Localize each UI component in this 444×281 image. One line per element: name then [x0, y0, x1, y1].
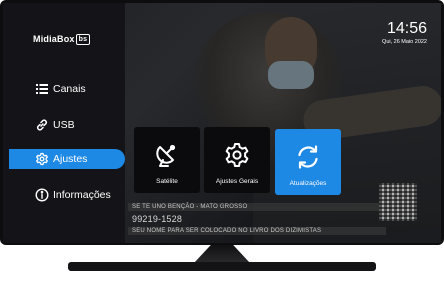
- brand-logo-text: MidiaBox: [33, 34, 75, 44]
- satellite-dish-icon: [156, 144, 176, 167]
- background-news-line: SEU NOME PARA SER COLOCADO NO LIVRO DOS …: [128, 227, 386, 235]
- brand-logo-badge: bs: [75, 33, 91, 45]
- sidebar-item-informacoes[interactable]: Informações: [3, 185, 125, 205]
- gear-icon: [225, 143, 249, 167]
- brand-logo: MidiaBox bs: [33, 33, 91, 45]
- sidebar-item-ajustes[interactable]: Ajustes: [9, 149, 125, 169]
- sidebar-item-label: USB: [53, 119, 75, 131]
- qr-code: [379, 183, 417, 221]
- background-news-phone: 99219-1528: [132, 214, 183, 224]
- tile-label: Ajustes Gerais: [215, 178, 259, 185]
- tv-stand-base: [68, 262, 376, 271]
- sidebar: MidiaBox bs Canais USB Ajustes Informaçõ…: [3, 3, 125, 243]
- tv-frame: SE TE UNO BENÇÃO - MATO GROSSO 99219-152…: [0, 0, 444, 245]
- sidebar-item-canais[interactable]: Canais: [3, 79, 125, 99]
- clock-date: Qui, 26 Maio 2022: [382, 39, 427, 45]
- list-icon: [36, 84, 48, 94]
- refresh-icon: [298, 145, 318, 169]
- tile-ajustes-gerais[interactable]: Ajustes Gerais: [204, 127, 270, 193]
- clock: 14:56 Qui, 26 Maio 2022: [382, 20, 427, 46]
- gear-icon: [36, 152, 48, 166]
- tile-satelite[interactable]: Satélite: [134, 127, 200, 193]
- link-icon: [36, 119, 48, 131]
- background-news-line: SE TE UNO BENÇÃO - MATO GROSSO: [128, 203, 386, 211]
- tile-atualizacoes[interactable]: Atualizações: [275, 129, 341, 195]
- clock-time: 14:56: [386, 20, 427, 37]
- sidebar-item-label: Canais: [53, 83, 86, 95]
- sidebar-item-label: Informações: [53, 189, 111, 201]
- sidebar-item-usb[interactable]: USB: [3, 115, 125, 135]
- tile-label: Atualizações: [289, 180, 327, 187]
- info-icon: [35, 188, 49, 202]
- tile-label: Satélite: [156, 178, 178, 185]
- tv-stand-neck: [194, 245, 250, 263]
- sidebar-item-label: Ajustes: [53, 153, 88, 165]
